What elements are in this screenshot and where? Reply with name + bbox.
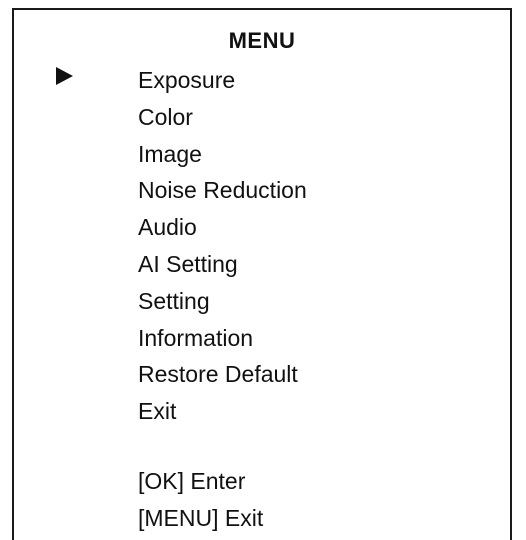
menu-list: Exposure Color Image Noise Reduction Aud… (138, 62, 307, 430)
selection-arrow-icon (56, 67, 73, 85)
menu-item-setting[interactable]: Setting (138, 283, 307, 320)
menu-item-image[interactable]: Image (138, 136, 307, 173)
menu-item-exposure[interactable]: Exposure (138, 62, 307, 99)
menu-item-exit[interactable]: Exit (138, 393, 307, 430)
menu-item-noise-reduction[interactable]: Noise Reduction (138, 172, 307, 209)
menu-title: MENU (228, 28, 296, 53)
osd-menu-panel: MENU Exposure Color Image Noise Reductio… (12, 8, 512, 540)
menu-item-ai-setting[interactable]: AI Setting (138, 246, 307, 283)
key-hints: [OK] Enter [MENU] Exit (138, 463, 263, 537)
hint-menu-exit: [MENU] Exit (138, 504, 264, 531)
menu-item-information[interactable]: Information (138, 320, 307, 357)
menu-item-audio[interactable]: Audio (138, 209, 307, 246)
menu-item-restore-default[interactable]: Restore Default (138, 356, 307, 393)
hint-ok-enter: [OK] Enter (138, 468, 246, 494)
menu-item-color[interactable]: Color (138, 99, 307, 136)
